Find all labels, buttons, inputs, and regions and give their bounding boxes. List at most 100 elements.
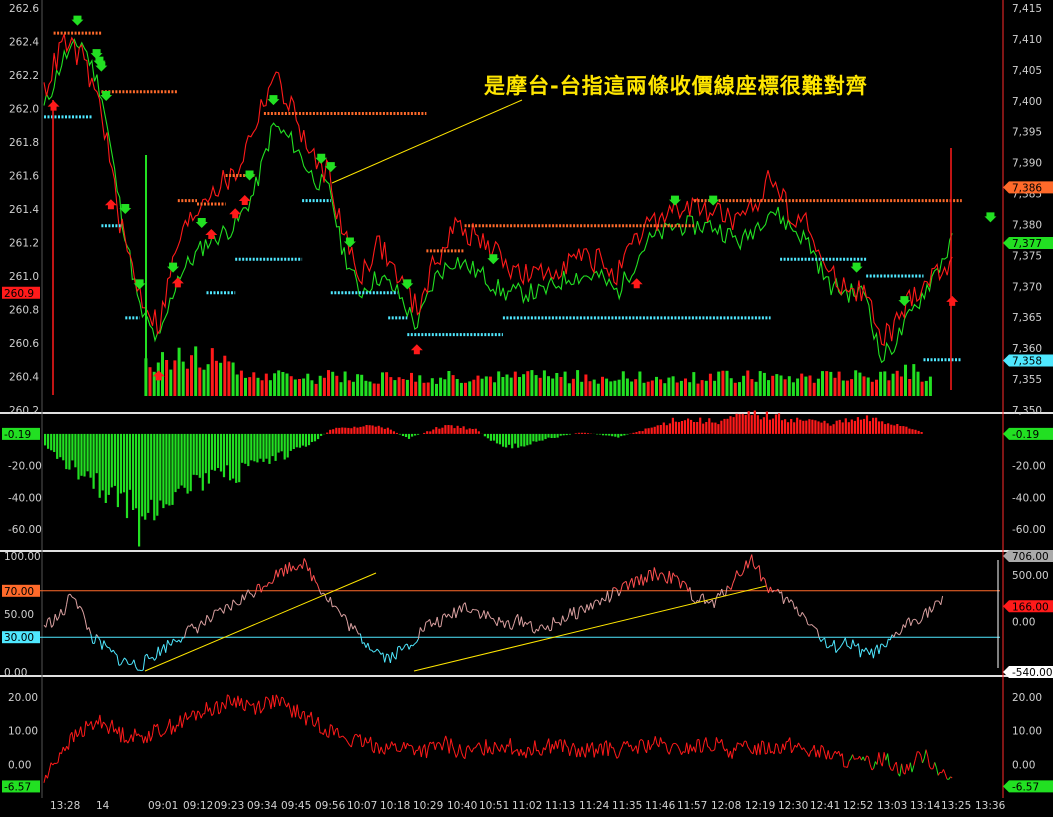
right-tick-label: 0.00 [1012,617,1035,629]
bottom-series-segment [721,739,724,748]
oscillator-segment [309,567,313,582]
histogram-bar [738,414,741,434]
bottom-series-segment [745,740,749,748]
oscillator-segment [711,599,715,608]
volume-bar [825,371,829,396]
right-tick-label: 7,365 [1012,312,1042,324]
right-tick-label: 7,370 [1012,281,1042,293]
histogram-bar [881,421,884,434]
histogram-bar [887,423,890,434]
histogram-bar [659,425,662,434]
bottom-series-segment [796,742,799,748]
bottom-series-segment [584,743,588,758]
oscillator-segment [477,610,481,619]
volume-bar [655,376,658,396]
bottom-series-segment [869,764,873,771]
bottom-series-segment [653,736,656,745]
volume-bar [588,381,592,396]
left-line-badge: -6.57 [2,780,40,793]
histogram-bar [271,433,274,457]
oscillator-segment [376,648,380,652]
volume-bar [202,369,206,396]
oscillator-segment [479,615,483,619]
oscillator-segment [670,572,674,584]
volume-bar [638,371,642,396]
oscillator-segment [378,651,382,655]
left-hist-badge: -0.19 [2,427,40,441]
oscillator-segment [796,606,799,616]
bottom-series-segment [612,747,616,754]
oscillator-segment [638,574,642,586]
right-tick-label: 7,350 [1012,405,1042,417]
histogram-bar [47,433,50,449]
volume-bar [634,379,638,396]
volume-bar [410,372,413,396]
bottom-series-segment [240,698,244,710]
bottom-series-segment [852,754,855,760]
histogram-bar [532,433,535,442]
volume-bar [617,379,621,396]
time-axis-label: 11:57 [677,800,707,812]
histogram-bar [326,432,329,434]
bottom-series-segment [82,735,85,738]
bottom-series-segment [212,703,216,714]
histogram-bar [450,425,453,434]
volume-bar [559,377,563,396]
bottom-series-segment [453,751,457,758]
oscillator-segment [94,634,97,644]
oscillator-segment [655,574,659,581]
oscillator-segment [799,612,803,617]
oscillator-segment [200,620,204,625]
bottom-series-segment [405,743,408,750]
time-axis-label: 12:30 [778,800,808,812]
bottom-series-segment [387,747,391,750]
time-axis-label: 11:35 [612,800,642,812]
oscillator-segment [359,633,363,644]
volume-bar [738,382,741,396]
oscillator-segment [511,623,515,630]
bottom-series-segment [471,748,475,753]
bottom-series-segment [108,725,111,734]
oscillator-segment [792,602,796,610]
oscillator-segment [167,639,170,645]
oscillator-segment [255,584,258,593]
bottom-series-segment [448,738,452,754]
histogram-bar [320,433,323,436]
histogram-bar [723,418,726,434]
volume-bar [505,374,509,396]
bottom-series-segment [670,743,674,749]
histogram-bar [335,427,338,434]
histogram-bar [911,429,914,434]
bottom-series-segment [679,749,682,755]
volume-bar [821,371,824,396]
oscillator-segment [872,648,876,659]
volume-bar [621,371,625,396]
histogram-bar [101,433,104,491]
bottom-series-segment [529,748,532,756]
histogram-bar [823,420,826,434]
oscillator-segment [927,606,930,618]
oscillator-segment [682,580,685,583]
bottom-series-segment [759,740,763,755]
left-tick-label: 10.00 [8,726,38,738]
bottom-series-segment [244,699,248,711]
oscillator-segment [622,581,625,585]
volume-bar [646,381,650,396]
oscillator-segment [416,638,419,643]
right-price-badge: 7,358 [1003,354,1053,368]
left-tick-label: 50.00 [4,609,34,621]
histogram-bar [359,426,362,434]
oscillator-segment [210,618,213,623]
histogram-bar [150,433,153,500]
histogram-bar [92,433,95,489]
oscillator-segment [652,567,655,582]
histogram-bar [350,428,353,434]
volume-bar [829,371,833,396]
bottom-series-segment [714,737,717,750]
histogram-bar [362,426,365,434]
oscillator-segment [154,657,157,661]
bottom-series-segment [541,747,544,756]
bottom-series-segment [642,740,646,750]
bottom-series-segment [534,740,537,752]
bottom-series-segment [94,720,97,726]
